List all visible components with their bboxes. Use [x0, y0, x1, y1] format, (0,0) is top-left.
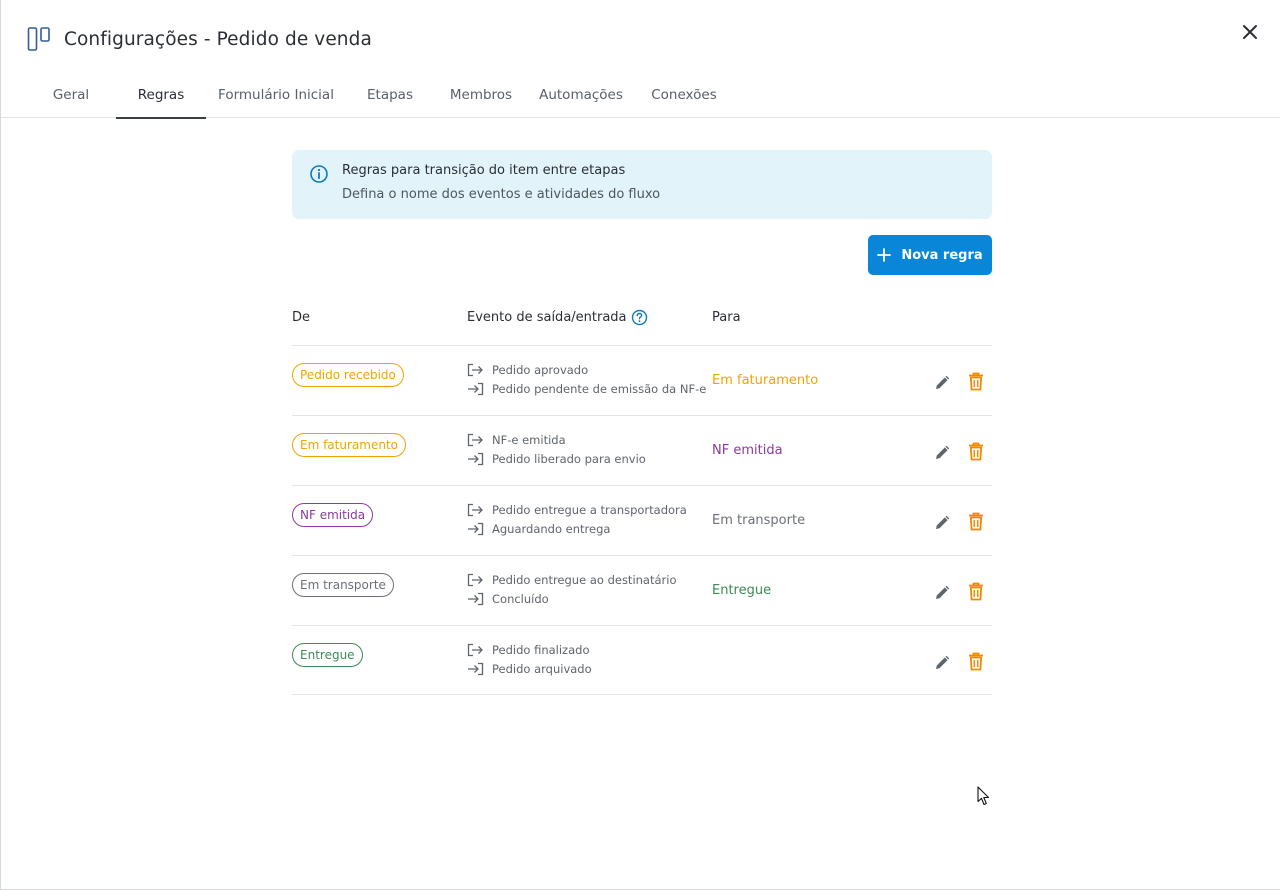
- exit-event-label: Pedido finalizado: [492, 643, 590, 657]
- exit-event-label: Pedido aprovado: [492, 363, 589, 377]
- tab-bar: Geral Regras Formulário Inicial Etapas M…: [1, 71, 1280, 119]
- exit-event: Pedido entregue a transportadora: [467, 503, 687, 517]
- exit-event: Pedido aprovado: [467, 363, 588, 377]
- delete-rule-button[interactable]: [965, 580, 987, 602]
- entry-event: Aguardando entrega: [467, 522, 610, 536]
- rules-table: Pedido recebido Pedido aprovado Pedido p…: [292, 345, 992, 695]
- tab-conexoes[interactable]: Conexões: [644, 71, 724, 118]
- column-header-event: Evento de saída/entrada: [467, 310, 627, 325]
- table-row: Entregue Pedido finalizado Pedido arquiv…: [292, 625, 992, 695]
- exit-icon: [467, 503, 483, 517]
- pencil-icon: [936, 515, 950, 529]
- entry-event: Pedido pendente de emissão da NF-e: [467, 382, 706, 396]
- to-stage: Em transporte: [712, 513, 806, 528]
- new-rule-button[interactable]: Nova regra: [868, 235, 992, 275]
- pencil-icon: [936, 655, 950, 669]
- edit-rule-button[interactable]: [932, 511, 954, 533]
- entry-event: Pedido arquivado: [467, 662, 592, 676]
- dialog-header: Configurações - Pedido de venda: [27, 25, 372, 53]
- exit-icon: [467, 643, 483, 657]
- from-stage-chip: Pedido recebido: [292, 363, 404, 387]
- entry-event: Concluído: [467, 592, 549, 606]
- tab-etapas[interactable]: Etapas: [356, 71, 424, 118]
- page-title: Configurações - Pedido de venda: [64, 28, 372, 50]
- entry-event-label: Aguardando entrega: [492, 522, 611, 536]
- exit-event-label: Pedido entregue ao destinatário: [492, 573, 677, 587]
- settings-dialog: Configurações - Pedido de venda Geral Re…: [0, 0, 1280, 890]
- from-stage-chip: Em faturamento: [292, 433, 406, 457]
- delete-rule-button[interactable]: [965, 510, 987, 532]
- table-row: Em transporte Pedido entregue ao destina…: [292, 555, 992, 625]
- banner-subtitle: Defina o nome dos eventos e atividades d…: [342, 187, 661, 202]
- table-row: Pedido recebido Pedido aprovado Pedido p…: [292, 345, 992, 415]
- entry-icon: [468, 452, 484, 466]
- table-row: Em faturamento NF-e emitida Pedido liber…: [292, 415, 992, 485]
- entry-event-label: Pedido pendente de emissão da NF-e: [492, 382, 707, 396]
- banner-title: Regras para transição do item entre etap…: [342, 163, 626, 178]
- trash-icon: [969, 442, 983, 460]
- new-rule-label: Nova regra: [901, 247, 983, 263]
- board-icon: [27, 27, 50, 51]
- to-stage: Em faturamento: [712, 373, 819, 388]
- to-stage: Entregue: [712, 583, 772, 598]
- exit-icon: [467, 363, 483, 377]
- from-stage-chip: Em transporte: [292, 573, 394, 597]
- entry-icon: [468, 382, 484, 396]
- tab-automacoes[interactable]: Automações: [534, 71, 628, 118]
- mouse-cursor-icon: [977, 786, 990, 806]
- pencil-icon: [936, 375, 950, 389]
- exit-event-label: NF-e emitida: [492, 433, 566, 447]
- delete-rule-button[interactable]: [965, 370, 987, 392]
- exit-icon: [467, 573, 483, 587]
- tab-geral[interactable]: Geral: [40, 71, 102, 118]
- from-stage-chip: Entregue: [292, 643, 363, 667]
- pencil-icon: [936, 585, 950, 599]
- from-stage-chip: NF emitida: [292, 503, 374, 527]
- info-icon: [310, 165, 328, 183]
- exit-event: Pedido entregue ao destinatário: [467, 573, 677, 587]
- entry-event-label: Concluído: [492, 592, 549, 606]
- delete-rule-button[interactable]: [965, 440, 987, 462]
- exit-event: Pedido finalizado: [467, 643, 589, 657]
- close-icon: [1243, 25, 1257, 39]
- edit-rule-button[interactable]: [932, 651, 954, 673]
- entry-event: Pedido liberado para envio: [467, 452, 646, 466]
- trash-icon: [969, 372, 983, 390]
- entry-icon: [468, 522, 484, 536]
- edit-rule-button[interactable]: [932, 581, 954, 603]
- delete-rule-button[interactable]: [965, 650, 987, 672]
- plus-icon: [877, 248, 892, 262]
- trash-icon: [969, 512, 983, 530]
- exit-event: NF-e emitida: [467, 433, 566, 447]
- trash-icon: [969, 652, 983, 670]
- trash-icon: [969, 582, 983, 600]
- column-header-from: De: [292, 310, 311, 325]
- edit-rule-button[interactable]: [932, 371, 954, 393]
- info-banner: Regras para transição do item entre etap…: [292, 150, 992, 219]
- column-header-to: Para: [712, 310, 741, 325]
- table-row: NF emitida Pedido entregue a transportad…: [292, 485, 992, 555]
- edit-rule-button[interactable]: [932, 441, 954, 463]
- entry-icon: [468, 592, 484, 606]
- help-icon[interactable]: [631, 309, 648, 326]
- exit-event-label: Pedido entregue a transportadora: [492, 503, 687, 517]
- entry-event-label: Pedido arquivado: [492, 662, 592, 676]
- entry-event-label: Pedido liberado para envio: [492, 452, 646, 466]
- entry-icon: [468, 662, 484, 676]
- tab-formulario-inicial[interactable]: Formulário Inicial: [214, 71, 338, 118]
- close-button[interactable]: [1238, 20, 1262, 44]
- tab-membros[interactable]: Membros: [440, 71, 522, 118]
- tab-regras[interactable]: Regras: [116, 71, 206, 119]
- to-stage: NF emitida: [712, 443, 783, 458]
- pencil-icon: [936, 445, 950, 459]
- exit-icon: [467, 433, 483, 447]
